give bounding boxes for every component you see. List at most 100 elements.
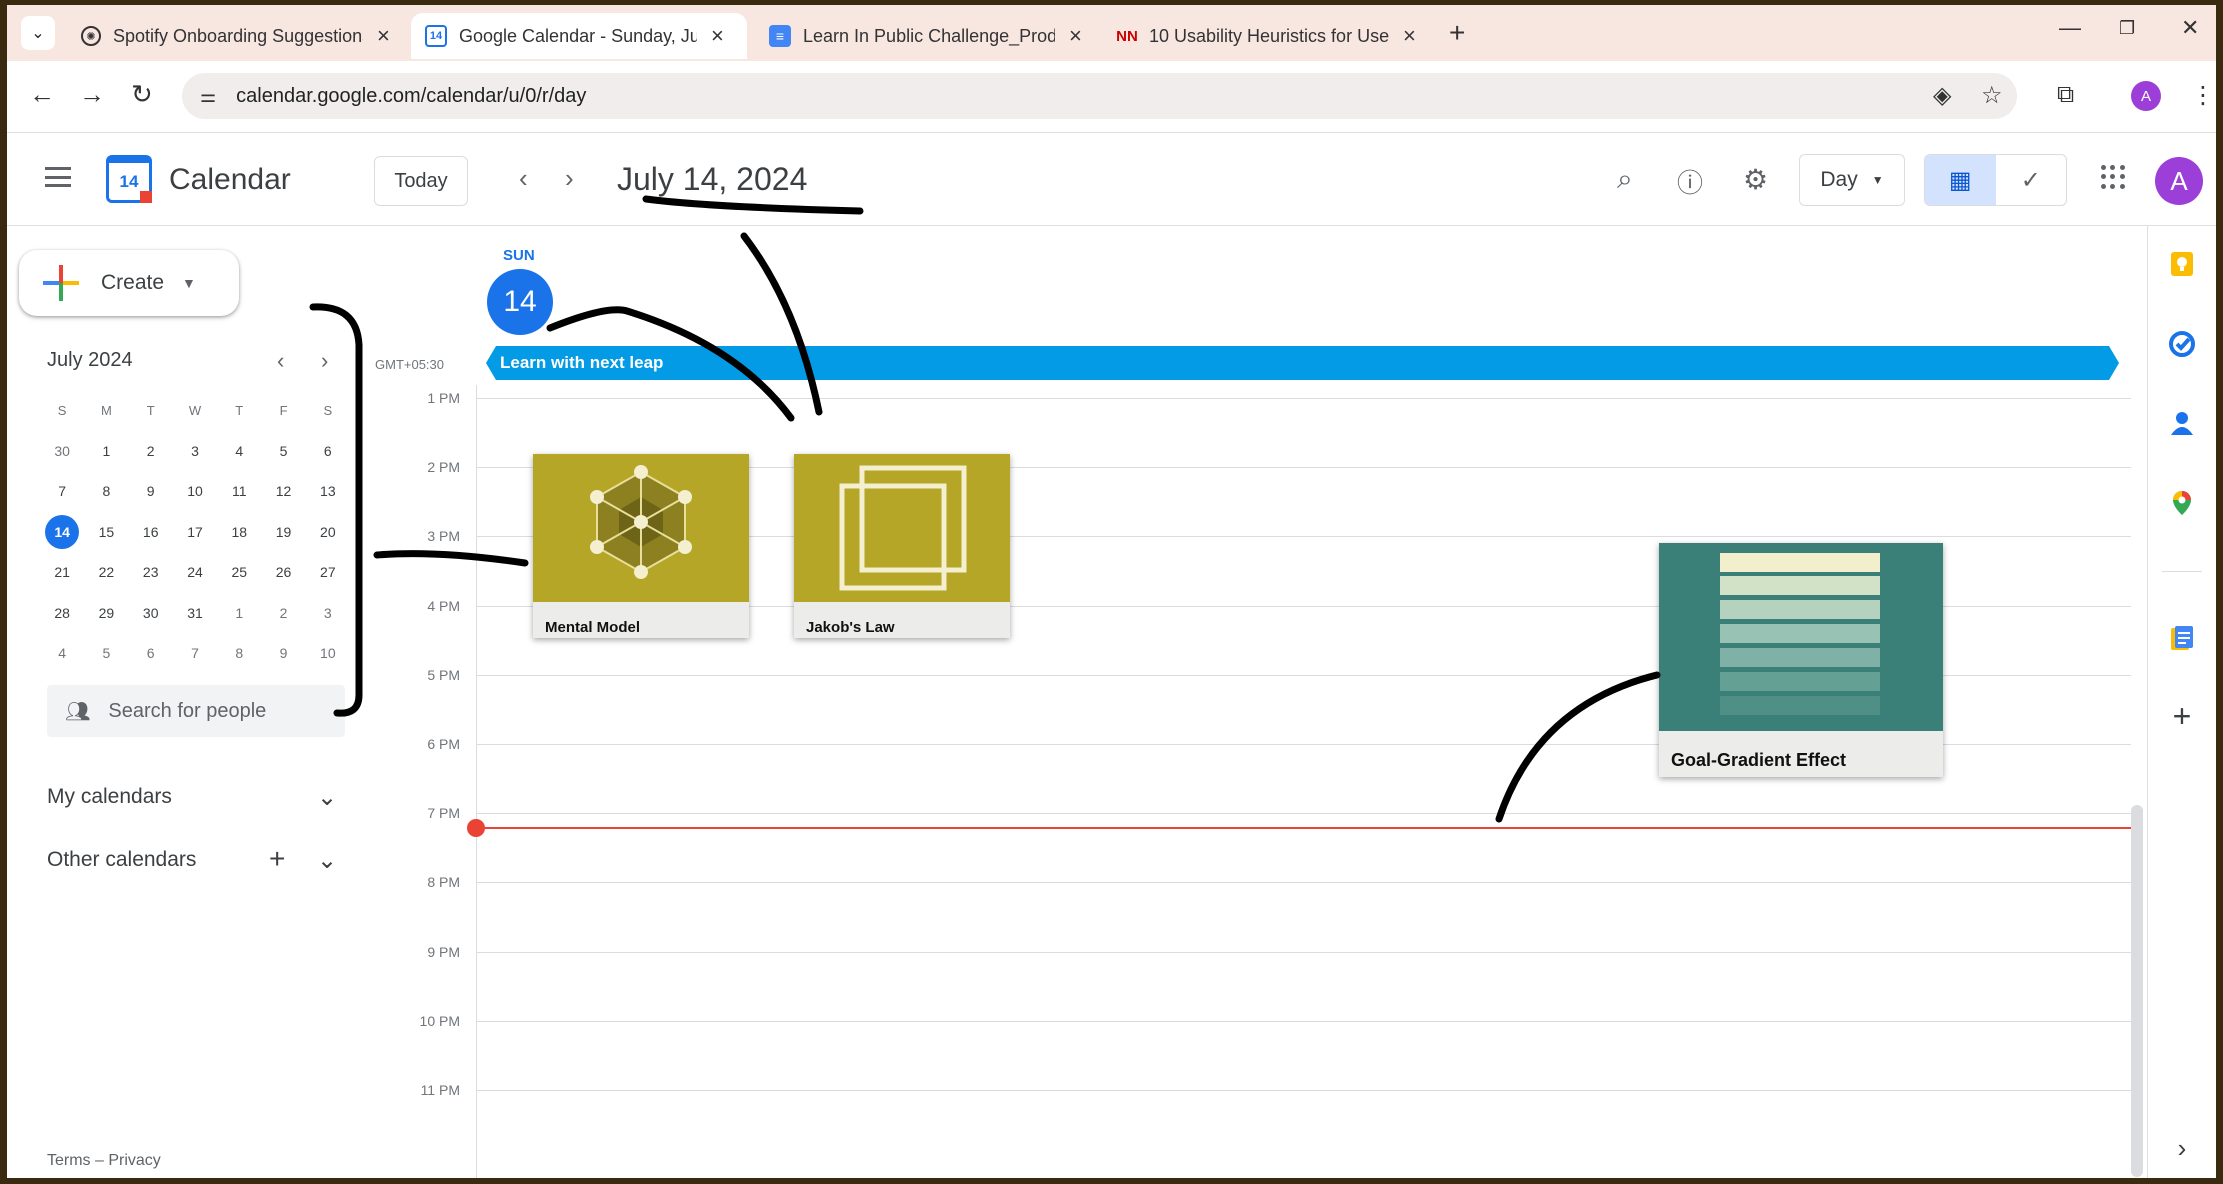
mini-calendar-day[interactable]: 4 — [217, 443, 261, 459]
lens-icon[interactable]: ◈ — [1933, 81, 1951, 110]
event-card-goal-gradient[interactable]: Goal-Gradient Effect — [1659, 543, 1943, 777]
browser-profile-avatar[interactable]: A — [2131, 81, 2161, 111]
settings-gear-icon[interactable]: ⚙ — [1743, 163, 1768, 196]
back-icon[interactable]: ← — [29, 79, 55, 110]
minimize-icon[interactable]: — — [2059, 15, 2081, 41]
main-menu-icon[interactable] — [45, 167, 71, 187]
mini-calendar-day[interactable]: 24 — [173, 564, 217, 580]
mini-calendar-day[interactable]: 21 — [40, 564, 84, 580]
restore-icon[interactable]: ❐ — [2119, 18, 2135, 39]
tab-search-button[interactable]: ⌄ — [21, 16, 55, 50]
tab-learn-in-public[interactable]: ≡ Learn In Public Challenge_Product × — [755, 13, 1096, 59]
mini-calendar-day[interactable]: 27 — [306, 564, 350, 580]
mini-calendar-prev-icon[interactable]: ‹ — [277, 348, 284, 374]
mini-calendar-day[interactable]: 31 — [173, 605, 217, 621]
create-button[interactable]: Create ▼ — [19, 250, 239, 316]
mini-calendar-day[interactable]: 2 — [261, 605, 305, 621]
tasks-view-icon[interactable]: ✓ — [1996, 155, 2067, 205]
mini-calendar-day[interactable]: 23 — [129, 564, 173, 580]
tab-spotify[interactable]: ✺ Spotify Onboarding Suggestions × — [67, 13, 404, 59]
mini-calendar-day[interactable]: 6 — [129, 645, 173, 661]
mini-calendar-day[interactable]: 3 — [173, 443, 217, 459]
mini-calendar-day[interactable]: 7 — [173, 645, 217, 661]
mini-calendar-day[interactable]: 1 — [84, 443, 128, 459]
mini-calendar-next-icon[interactable]: › — [321, 348, 328, 374]
add-addon-icon[interactable]: + — [2166, 698, 2198, 734]
event-card-jakobs-law[interactable]: Jakob's Law — [794, 454, 1010, 638]
mini-calendar-day[interactable]: 3 — [306, 605, 350, 621]
mini-calendar-day[interactable]: 11 — [217, 483, 261, 499]
tab-usability-heuristics[interactable]: NN 10 Usability Heuristics for User Inte… — [1099, 13, 1430, 59]
mini-calendar-day[interactable]: 25 — [217, 564, 261, 580]
search-people-input[interactable]: 👥︎ Search for people — [47, 685, 345, 737]
add-calendar-icon[interactable]: + — [269, 843, 285, 875]
previous-period-icon[interactable]: ‹ — [519, 163, 528, 194]
mini-calendar-day[interactable]: 9 — [261, 645, 305, 661]
maps-icon[interactable] — [2166, 487, 2198, 519]
new-tab-icon[interactable]: + — [1449, 17, 1465, 49]
account-avatar[interactable]: A — [2155, 157, 2203, 205]
browser-menu-icon[interactable]: ⋮ — [2191, 81, 2215, 110]
mini-calendar-day[interactable]: 20 — [306, 524, 350, 540]
all-day-event[interactable]: Learn with next leap — [486, 346, 2119, 380]
today-button[interactable]: Today — [374, 156, 468, 206]
mini-calendar-day[interactable]: 12 — [261, 483, 305, 499]
mini-calendar-day[interactable]: 26 — [261, 564, 305, 580]
mini-calendar-day[interactable]: 15 — [84, 524, 128, 540]
mini-calendar-day[interactable]: 17 — [173, 524, 217, 540]
mini-calendar-day[interactable]: 29 — [84, 605, 128, 621]
chevron-down-icon[interactable]: ⌄ — [317, 783, 337, 812]
close-tab-icon[interactable]: × — [1403, 23, 1416, 49]
bookmark-star-icon[interactable]: ☆ — [1981, 81, 2003, 110]
tasks-icon[interactable] — [2166, 328, 2198, 360]
event-card-mental-model[interactable]: Mental Model — [533, 454, 749, 638]
site-info-icon[interactable]: ⚌ — [200, 86, 216, 107]
chevron-down-icon[interactable]: ⌄ — [317, 846, 337, 875]
reload-icon[interactable]: ↻ — [131, 79, 153, 110]
mini-calendar-day[interactable]: 10 — [306, 645, 350, 661]
keep-icon[interactable] — [2166, 248, 2198, 280]
forward-icon[interactable]: → — [79, 79, 105, 110]
mini-calendar-day[interactable]: 8 — [84, 483, 128, 499]
close-tab-icon[interactable]: × — [1069, 23, 1082, 49]
help-icon[interactable]: ⓘ — [1677, 163, 1703, 200]
calendar-view-icon[interactable]: ▦ — [1925, 155, 1996, 205]
mini-calendar-day[interactable]: 5 — [261, 443, 305, 459]
close-tab-icon[interactable]: × — [377, 23, 390, 49]
mini-calendar-day[interactable]: 30 — [129, 605, 173, 621]
my-calendars-heading[interactable]: My calendars — [47, 785, 172, 809]
mini-calendar-day[interactable]: 5 — [84, 645, 128, 661]
mini-calendar-day[interactable]: 9 — [129, 483, 173, 499]
day-number[interactable]: 14 — [487, 269, 553, 335]
mini-calendar-day[interactable]: 18 — [217, 524, 261, 540]
view-selector[interactable]: Day ▼ — [1799, 154, 1905, 206]
mini-calendar-day[interactable]: 13 — [306, 483, 350, 499]
mini-calendar-day[interactable]: 28 — [40, 605, 84, 621]
mini-calendar-day[interactable]: 22 — [84, 564, 128, 580]
mini-calendar-day[interactable]: 2 — [129, 443, 173, 459]
mini-calendar-day[interactable]: 10 — [173, 483, 217, 499]
expand-panel-chevron-icon[interactable]: › — [2166, 1132, 2198, 1164]
mini-calendar-day[interactable]: 4 — [40, 645, 84, 661]
terms-privacy-link[interactable]: Terms – Privacy — [47, 1152, 161, 1170]
address-bar[interactable]: ⚌ calendar.google.com/calendar/u/0/r/day — [182, 73, 2017, 119]
mini-calendar-day[interactable]: 6 — [306, 443, 350, 459]
contacts-icon[interactable] — [2166, 407, 2198, 439]
search-icon[interactable]: ⌕ — [1617, 163, 1633, 196]
mini-calendar-day[interactable]: 19 — [261, 524, 305, 540]
mini-calendar-day[interactable]: 1 — [217, 605, 261, 621]
mini-calendar-day[interactable]: 8 — [217, 645, 261, 661]
google-apps-icon[interactable] — [2101, 165, 2125, 189]
grid-scrollbar[interactable] — [2131, 805, 2143, 1177]
extensions-icon[interactable]: ⧉ — [2057, 81, 2074, 109]
mini-calendar-day-selected[interactable]: 14 — [40, 514, 84, 549]
other-calendars-heading[interactable]: Other calendars — [47, 848, 196, 872]
next-period-icon[interactable]: › — [565, 163, 574, 194]
notes-app-icon[interactable] — [2166, 622, 2198, 654]
close-tab-icon[interactable]: × — [711, 23, 724, 49]
tab-google-calendar[interactable]: 14 Google Calendar - Sunday, July 14 × — [411, 13, 747, 59]
mini-calendar-day[interactable]: 30 — [40, 443, 84, 459]
close-window-icon[interactable]: ✕ — [2181, 15, 2199, 41]
mini-calendar-day[interactable]: 16 — [129, 524, 173, 540]
mini-calendar-day[interactable]: 7 — [40, 483, 84, 499]
